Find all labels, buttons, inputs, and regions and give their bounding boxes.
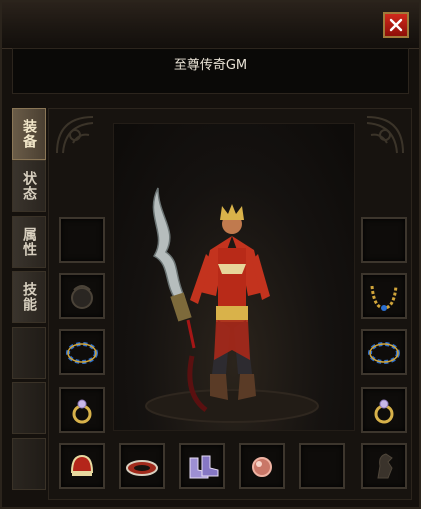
- belt-icon: [126, 460, 158, 476]
- equip-slot-bottom-4[interactable]: [239, 443, 285, 489]
- equipment-area: [48, 108, 412, 500]
- equip-slot-right-2[interactable]: [361, 273, 407, 319]
- bracelet-icon: [368, 342, 400, 364]
- boots-icon: [189, 455, 219, 479]
- ring-icon: [374, 399, 394, 424]
- tab-attributes[interactable]: 属性: [12, 216, 46, 268]
- equip-slot-bottom-3[interactable]: [179, 443, 225, 489]
- horse-icon: [377, 453, 393, 479]
- equip-slot-bottom-6[interactable]: [361, 443, 407, 489]
- tab-empty-2[interactable]: [12, 382, 46, 434]
- helmet-icon: [70, 454, 94, 476]
- necklace-icon: [370, 285, 398, 311]
- ring-icon: [72, 399, 92, 424]
- tab-empty-1[interactable]: [12, 327, 46, 379]
- tab-status[interactable]: 状态: [12, 160, 46, 212]
- equip-slot-left-1[interactable]: [59, 217, 105, 263]
- character-name: 至尊传奇GM: [173, 58, 248, 73]
- corner-ornament-icon: [366, 116, 404, 154]
- side-tabs: 装备 状态 属性 技能: [12, 108, 46, 498]
- gem-icon: [252, 457, 272, 477]
- equip-slot-bottom-1[interactable]: [59, 443, 105, 489]
- equip-slot-bottom-2[interactable]: [119, 443, 165, 489]
- bracelet-icon: [66, 342, 98, 364]
- equip-slot-left-4[interactable]: [59, 387, 105, 433]
- tab-label: 技能: [21, 282, 37, 312]
- tab-equipment[interactable]: 装备: [12, 108, 46, 160]
- corner-ornament-icon: [56, 116, 94, 154]
- close-button[interactable]: [383, 12, 409, 38]
- tab-empty-3[interactable]: [12, 438, 46, 490]
- equip-slot-right-1[interactable]: [361, 217, 407, 263]
- tab-label: 装备: [21, 119, 37, 149]
- equip-slot-left-2[interactable]: [59, 273, 105, 319]
- close-icon: [389, 18, 403, 32]
- character-name-bar: 至尊传奇GM: [12, 48, 409, 94]
- title-bar[interactable]: [2, 2, 419, 49]
- character-portrait: [113, 123, 355, 431]
- equip-slot-left-3[interactable]: [59, 329, 105, 375]
- equip-slot-right-4[interactable]: [361, 387, 407, 433]
- equip-slot-right-3[interactable]: [361, 329, 407, 375]
- tab-skills[interactable]: 技能: [12, 271, 46, 323]
- equip-slot-bottom-5[interactable]: [299, 443, 345, 489]
- tab-label: 属性: [21, 227, 37, 257]
- amulet-icon: [71, 285, 93, 309]
- character-window: 至尊传奇GM 装备 状态 属性 技能: [0, 0, 421, 509]
- tab-label: 状态: [21, 171, 37, 201]
- warrior-figure-icon: [145, 187, 319, 423]
